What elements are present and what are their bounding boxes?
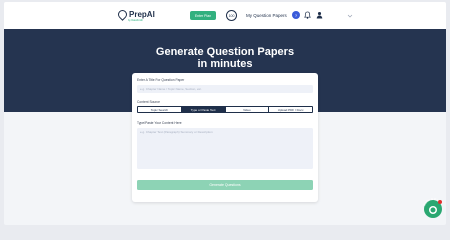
bell-icon[interactable] — [304, 11, 311, 19]
content-textarea[interactable]: e.g. Chapter Text (Paragraph) Summary or… — [137, 128, 313, 169]
title-label: Enter A Title For Question Paper — [137, 78, 185, 82]
logo-tagline: by DataSmith — [128, 19, 144, 22]
help-icon[interactable]: ? — [292, 11, 300, 19]
my-question-papers-link[interactable]: My Question Papers — [246, 13, 287, 18]
tab-video[interactable]: Video — [225, 107, 270, 112]
logo-text: PrepAI — [129, 9, 155, 19]
content-label: Type/Paste Your Content Here — [137, 121, 182, 125]
generate-questions-button[interactable]: Generate Questions — [137, 180, 313, 190]
logo-icon — [116, 8, 129, 21]
hero-title: Generate Question Papers in minutes — [4, 46, 446, 70]
logo[interactable]: PrepAI — [116, 8, 155, 21]
app-page: PrepAI by DataSmith Enter Plan 100 My Qu… — [4, 2, 446, 225]
refer-earn-badge[interactable]: Refer & Earn — [421, 196, 445, 220]
tab-type-or-paste-text[interactable]: Type or Paste Text — [181, 107, 226, 112]
credits-badge[interactable]: 100 — [226, 10, 237, 21]
plan-button[interactable]: Enter Plan — [190, 11, 216, 20]
user-icon[interactable] — [316, 11, 323, 19]
tab-topic-search[interactable]: Topic Search — [138, 107, 182, 112]
notification-dot — [438, 200, 442, 204]
content-source-label: Content Source — [137, 100, 160, 104]
question-form-card: Enter A Title For Question Paper e.g. Ch… — [132, 73, 318, 202]
title-input[interactable]: e.g. Chapter Name / Topic Name, Section,… — [137, 85, 313, 93]
top-navbar: PrepAI by DataSmith Enter Plan 100 My Qu… — [4, 2, 446, 29]
tab-upload-pdf[interactable]: Upload PDF / Docx — [269, 107, 312, 112]
hero-title-line2: in minutes — [197, 58, 253, 70]
content-source-tabs: Topic Search Type or Paste Text Video Up… — [137, 106, 313, 113]
hero-title-line1: Generate Question Papers — [155, 46, 295, 58]
chevron-down-icon[interactable] — [347, 13, 353, 19]
